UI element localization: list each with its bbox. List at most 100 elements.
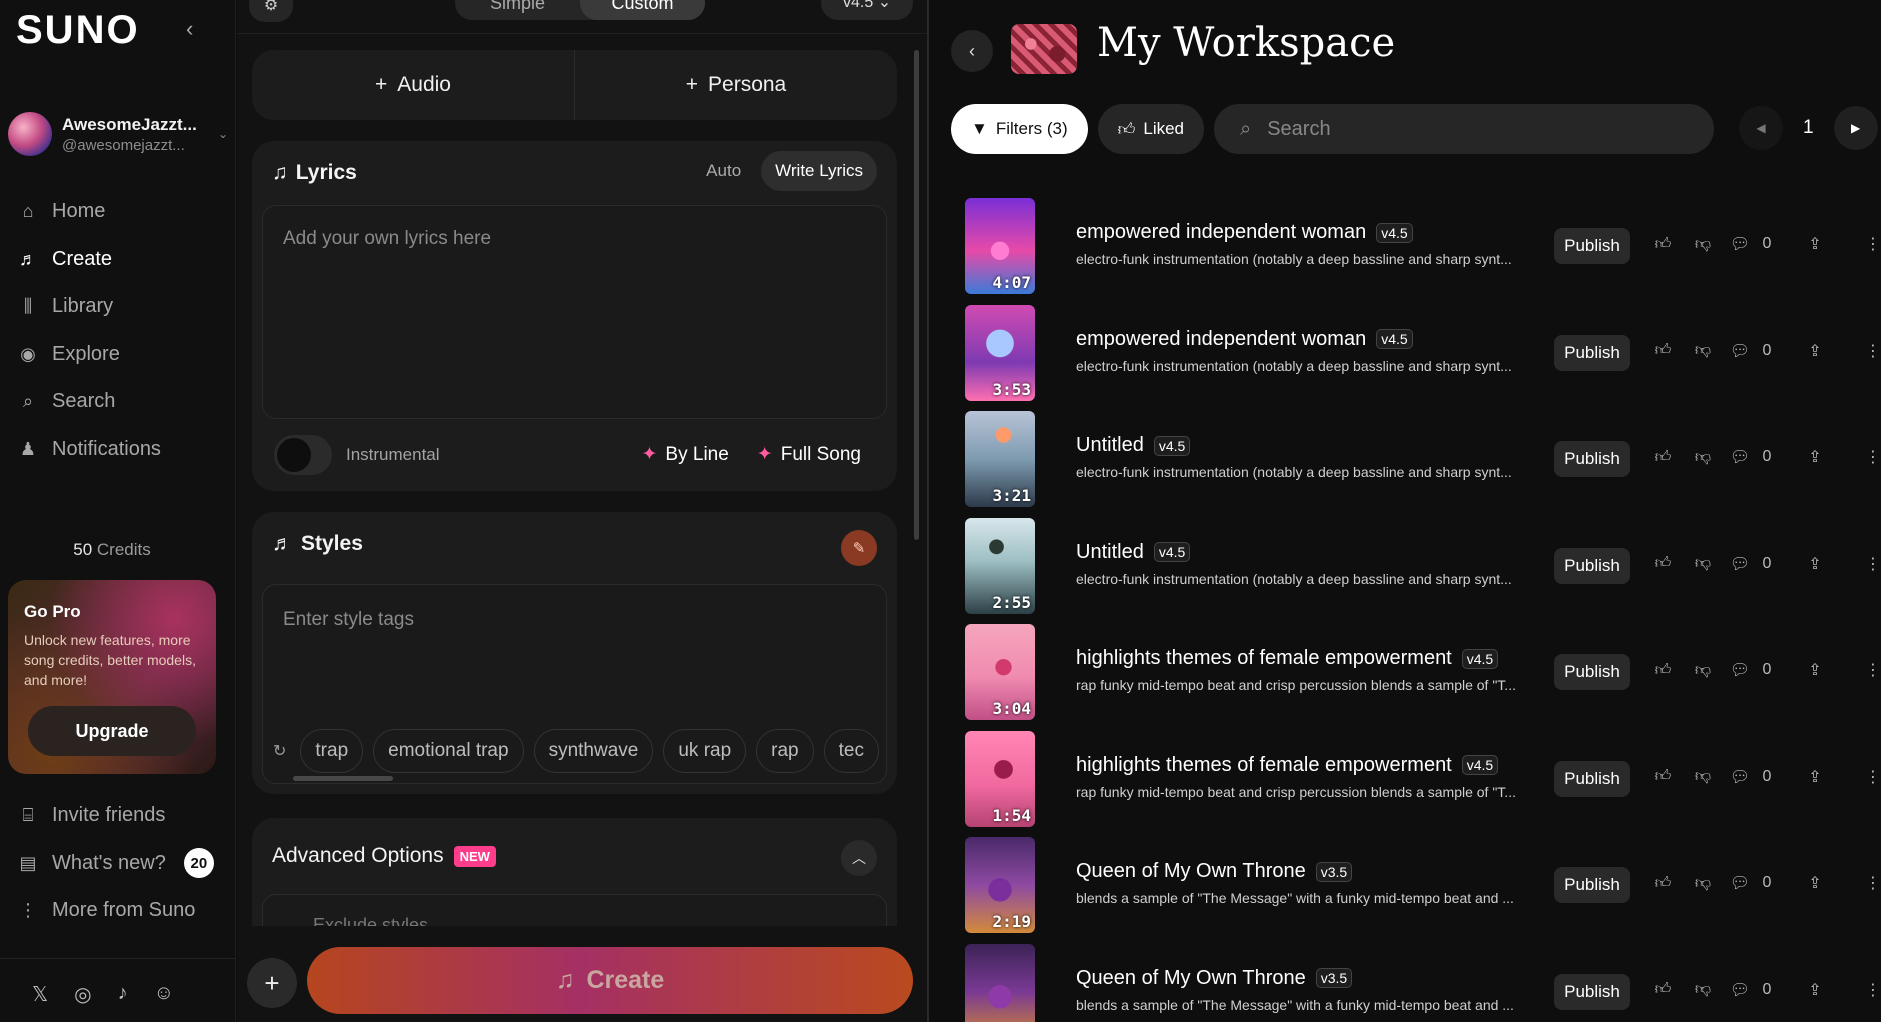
discord-icon[interactable]: ☺ — [154, 982, 174, 1007]
sidebar-item-whats-new[interactable]: ▤ What's new? 20 — [18, 840, 228, 888]
publish-button[interactable]: Publish — [1554, 547, 1630, 584]
song-title[interactable]: Queen of My Own Throne — [1076, 860, 1306, 883]
style-tag[interactable]: emotional trap — [373, 729, 524, 773]
publish-button[interactable]: Publish — [1554, 867, 1630, 903]
workspace-search-input[interactable]: ⌕ Search — [1214, 104, 1715, 154]
style-tag[interactable]: uk rap — [663, 729, 747, 773]
song-title[interactable]: Untitled — [1076, 541, 1144, 564]
lyrics-auto-tab[interactable]: Auto — [692, 151, 755, 191]
share-icon[interactable]: ⇪ — [1777, 554, 1853, 574]
upgrade-button[interactable]: Upgrade — [28, 706, 196, 756]
styles-input[interactable]: Enter style tags ↻ trap emotional trap s… — [262, 584, 887, 784]
collapse-sidebar-icon[interactable]: ‹ — [186, 16, 193, 42]
tags-horizontal-scrollbar[interactable] — [293, 776, 393, 781]
sidebar-item-notifications[interactable]: ♟ Notifications — [18, 426, 228, 474]
mode-simple-tab[interactable]: Simple — [455, 0, 580, 20]
sidebar-item-create[interactable]: ♬ Create — [18, 236, 228, 284]
sidebar-item-explore[interactable]: ◉ Explore — [18, 331, 228, 379]
add-persona-button[interactable]: + Persona — [575, 50, 897, 120]
comment-icon[interactable]: 💬︎ — [1723, 660, 1757, 680]
song-row[interactable]: 3:04 highlights themes of female empower… — [965, 624, 1881, 731]
sidebar-item-more-from-suno[interactable]: ⋮ More from Suno — [18, 887, 228, 935]
more-options-icon[interactable]: ⋮ — [1853, 447, 1881, 467]
settings-button[interactable]: ⚙ — [249, 0, 293, 22]
song-row[interactable]: Queen of My Own Throne v3.5 blends a samp… — [965, 943, 1881, 1022]
dislike-icon[interactable]: 👎︎ — [1683, 767, 1723, 786]
like-icon[interactable]: 👍︎ — [1643, 235, 1683, 254]
profile-menu[interactable]: AwesomeJazzt... @awesomejazzt... ⌄ — [8, 108, 228, 160]
publish-button[interactable]: Publish — [1554, 760, 1630, 797]
plus-button[interactable]: + — [247, 958, 297, 1008]
dislike-icon[interactable]: 👎︎ — [1683, 980, 1723, 999]
song-row[interactable]: 4:07 empowered independent woman v4.5 ele… — [965, 198, 1881, 305]
refresh-icon[interactable]: ↻ — [273, 741, 286, 761]
more-options-icon[interactable]: ⋮ — [1853, 767, 1881, 787]
dislike-icon[interactable]: 👎︎ — [1683, 235, 1723, 254]
create-button[interactable]: ♫ Create — [307, 947, 913, 1014]
suno-logo[interactable]: SUNO — [16, 8, 140, 53]
liked-filter-button[interactable]: 👍︎ Liked — [1097, 104, 1205, 154]
like-icon[interactable]: 👍︎ — [1643, 341, 1683, 360]
more-options-icon[interactable]: ⋮ — [1853, 980, 1881, 1000]
share-icon[interactable]: ⇪ — [1777, 447, 1853, 467]
sidebar-item-home[interactable]: ⌂ Home — [18, 188, 228, 236]
sidebar-item-library[interactable]: ⫼ Library — [18, 283, 228, 331]
model-version-select[interactable]: v4.5 ⌄ — [821, 0, 913, 20]
song-cover[interactable]: 1:54 — [965, 730, 1035, 827]
share-icon[interactable]: ⇪ — [1777, 767, 1853, 787]
song-row[interactable]: 3:53 empowered independent woman v4.5 ele… — [965, 304, 1881, 412]
song-cover[interactable]: 3:04 — [965, 624, 1035, 720]
instagram-icon[interactable]: ◎ — [74, 982, 91, 1007]
comment-icon[interactable]: 💬︎ — [1723, 234, 1757, 254]
magic-wand-button[interactable]: ✎ — [841, 530, 877, 566]
style-tag[interactable]: rap — [756, 729, 814, 773]
comment-icon[interactable]: 💬︎ — [1723, 873, 1757, 893]
song-cover[interactable]: 3:53 — [965, 304, 1035, 401]
song-title[interactable]: empowered independent woman — [1076, 328, 1366, 351]
prev-page-button[interactable]: ◀ — [1739, 106, 1783, 150]
advanced-options-header[interactable]: Advanced Options NEW — [272, 844, 496, 868]
style-tag[interactable]: trap — [300, 729, 364, 773]
publish-button[interactable]: Publish — [1554, 334, 1630, 371]
comment-icon[interactable]: 💬︎ — [1723, 554, 1757, 574]
song-cover[interactable]: 2:55 — [965, 517, 1035, 614]
lyrics-input[interactable]: Add your own lyrics here — [262, 205, 887, 419]
like-icon[interactable]: 👍︎ — [1643, 767, 1683, 786]
song-title[interactable]: highlights themes of female empowerment — [1076, 754, 1452, 777]
instrumental-switch[interactable] — [274, 435, 332, 475]
share-icon[interactable]: ⇪ — [1777, 234, 1853, 254]
dislike-icon[interactable]: 👎︎ — [1683, 341, 1723, 360]
publish-button[interactable]: Publish — [1554, 654, 1630, 690]
dislike-icon[interactable]: 👎︎ — [1683, 554, 1723, 573]
next-page-button[interactable]: ▶ — [1833, 106, 1878, 150]
dislike-icon[interactable]: 👎︎ — [1683, 874, 1723, 893]
like-icon[interactable]: 👍︎ — [1643, 554, 1683, 573]
like-icon[interactable]: 👍︎ — [1643, 448, 1683, 467]
song-cover[interactable]: 3:21 — [965, 411, 1035, 507]
chevron-up-icon[interactable]: ︿ — [841, 840, 877, 876]
comment-icon[interactable]: 💬︎ — [1723, 447, 1757, 467]
song-title[interactable]: Queen of My Own Throne — [1076, 967, 1306, 990]
sidebar-item-search[interactable]: ⌕ Search — [18, 378, 228, 426]
song-row[interactable]: 2:19 Queen of My Own Throne v3.5 blends a… — [965, 837, 1881, 944]
publish-button[interactable]: Publish — [1554, 228, 1630, 264]
like-icon[interactable]: 👍︎ — [1643, 874, 1683, 893]
song-title[interactable]: Untitled — [1076, 434, 1144, 457]
song-cover[interactable] — [965, 943, 1035, 1022]
comment-icon[interactable]: 💬︎ — [1723, 341, 1757, 361]
sidebar-item-invite-friends[interactable]: ⌸ Invite friends — [18, 792, 228, 840]
by-line-button[interactable]: ✦ By Line — [642, 443, 729, 466]
add-audio-button[interactable]: + Audio — [252, 50, 575, 120]
back-button[interactable]: ‹ — [951, 30, 993, 72]
credits-counter[interactable]: 50 Credits — [0, 540, 224, 560]
filters-button[interactable]: ▼ Filters (3) — [951, 104, 1088, 154]
more-options-icon[interactable]: ⋮ — [1853, 554, 1881, 574]
song-row[interactable]: 3:21 Untitled v4.5 electro-funk instrumen… — [965, 411, 1881, 518]
publish-button[interactable]: Publish — [1554, 441, 1630, 477]
song-cover[interactable]: 4:07 — [965, 198, 1035, 294]
song-title[interactable]: empowered independent woman — [1076, 221, 1366, 244]
song-row[interactable]: 1:54 highlights themes of female empower… — [965, 730, 1881, 838]
style-tag[interactable]: synthwave — [533, 729, 654, 773]
style-tag[interactable]: tec — [823, 729, 879, 773]
share-icon[interactable]: ⇪ — [1777, 980, 1853, 1000]
